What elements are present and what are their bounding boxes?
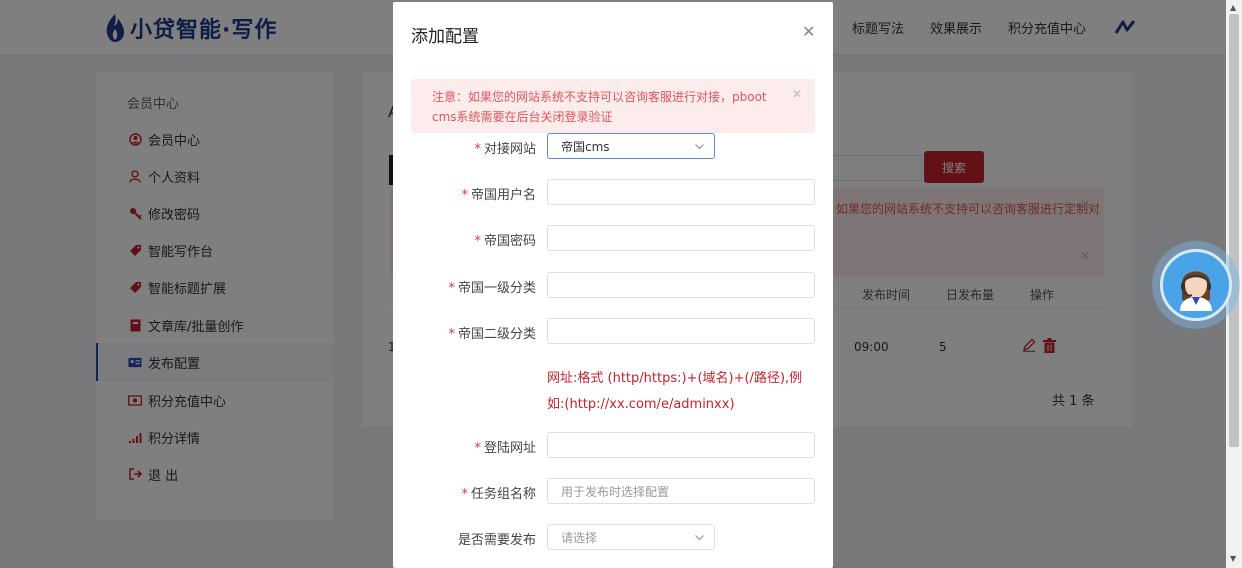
- modal-alert: 注意：如果您的网站系统不支持可以咨询客服进行对接，pboot cms系统需要在后…: [411, 79, 815, 133]
- modal-title: 添加配置: [411, 27, 479, 47]
- login-url-label: * 登陆网址: [474, 441, 536, 456]
- site-select[interactable]: 帝国cms: [547, 133, 715, 159]
- category2-label: * 帝国二级分类: [448, 327, 536, 342]
- required-mark: *: [474, 441, 481, 456]
- task-group-label: * 任务组名称: [461, 487, 536, 502]
- username-label: * 帝国用户名: [461, 188, 536, 203]
- required-mark: *: [448, 327, 455, 342]
- headset-agent-icon: [1180, 271, 1212, 311]
- login-url-input[interactable]: [547, 432, 815, 458]
- scroll-down-arrow-icon[interactable]: ▼: [1230, 554, 1236, 563]
- required-mark: *: [448, 281, 455, 296]
- required-mark: *: [461, 188, 468, 203]
- add-config-modal: 添加配置 ✕ 注意：如果您的网站系统不支持可以咨询客服进行对接，pboot cm…: [393, 2, 833, 568]
- scroll-thumb[interactable]: [1229, 14, 1239, 447]
- site-label: * 对接网站: [474, 142, 536, 157]
- url-format-hint: 网址:格式 (http/https:)+(域名)+(/路径),例如:(http:…: [547, 371, 803, 412]
- need-publish-placeholder: 请选择: [561, 530, 598, 545]
- scroll-up-arrow-icon[interactable]: ▲: [1230, 3, 1236, 12]
- modal-alert-text: 注意：如果您的网站系统不支持可以咨询客服进行对接，pboot cms系统需要在后…: [432, 90, 767, 124]
- required-mark: *: [474, 234, 481, 249]
- chevron-down-icon: [695, 144, 704, 150]
- close-icon[interactable]: ✕: [802, 22, 815, 41]
- category2-input[interactable]: [547, 318, 815, 344]
- chevron-down-icon: [695, 535, 704, 541]
- required-mark: *: [461, 487, 468, 502]
- username-input[interactable]: [547, 179, 815, 205]
- password-label: * 帝国密码: [474, 234, 536, 249]
- category1-label: * 帝国一级分类: [448, 281, 536, 296]
- task-group-input[interactable]: 用于发布时选择配置: [547, 478, 815, 504]
- password-input[interactable]: [547, 225, 815, 251]
- need-publish-select[interactable]: 请选择: [547, 524, 715, 550]
- site-select-value: 帝国cms: [561, 139, 610, 154]
- close-icon[interactable]: ✕: [792, 87, 802, 101]
- customer-service-widget[interactable]: [1152, 241, 1240, 329]
- category1-input[interactable]: [547, 272, 815, 298]
- customer-service-avatar: [1160, 249, 1232, 321]
- need-publish-label: 是否需要发布: [457, 533, 536, 548]
- required-mark: *: [474, 142, 481, 157]
